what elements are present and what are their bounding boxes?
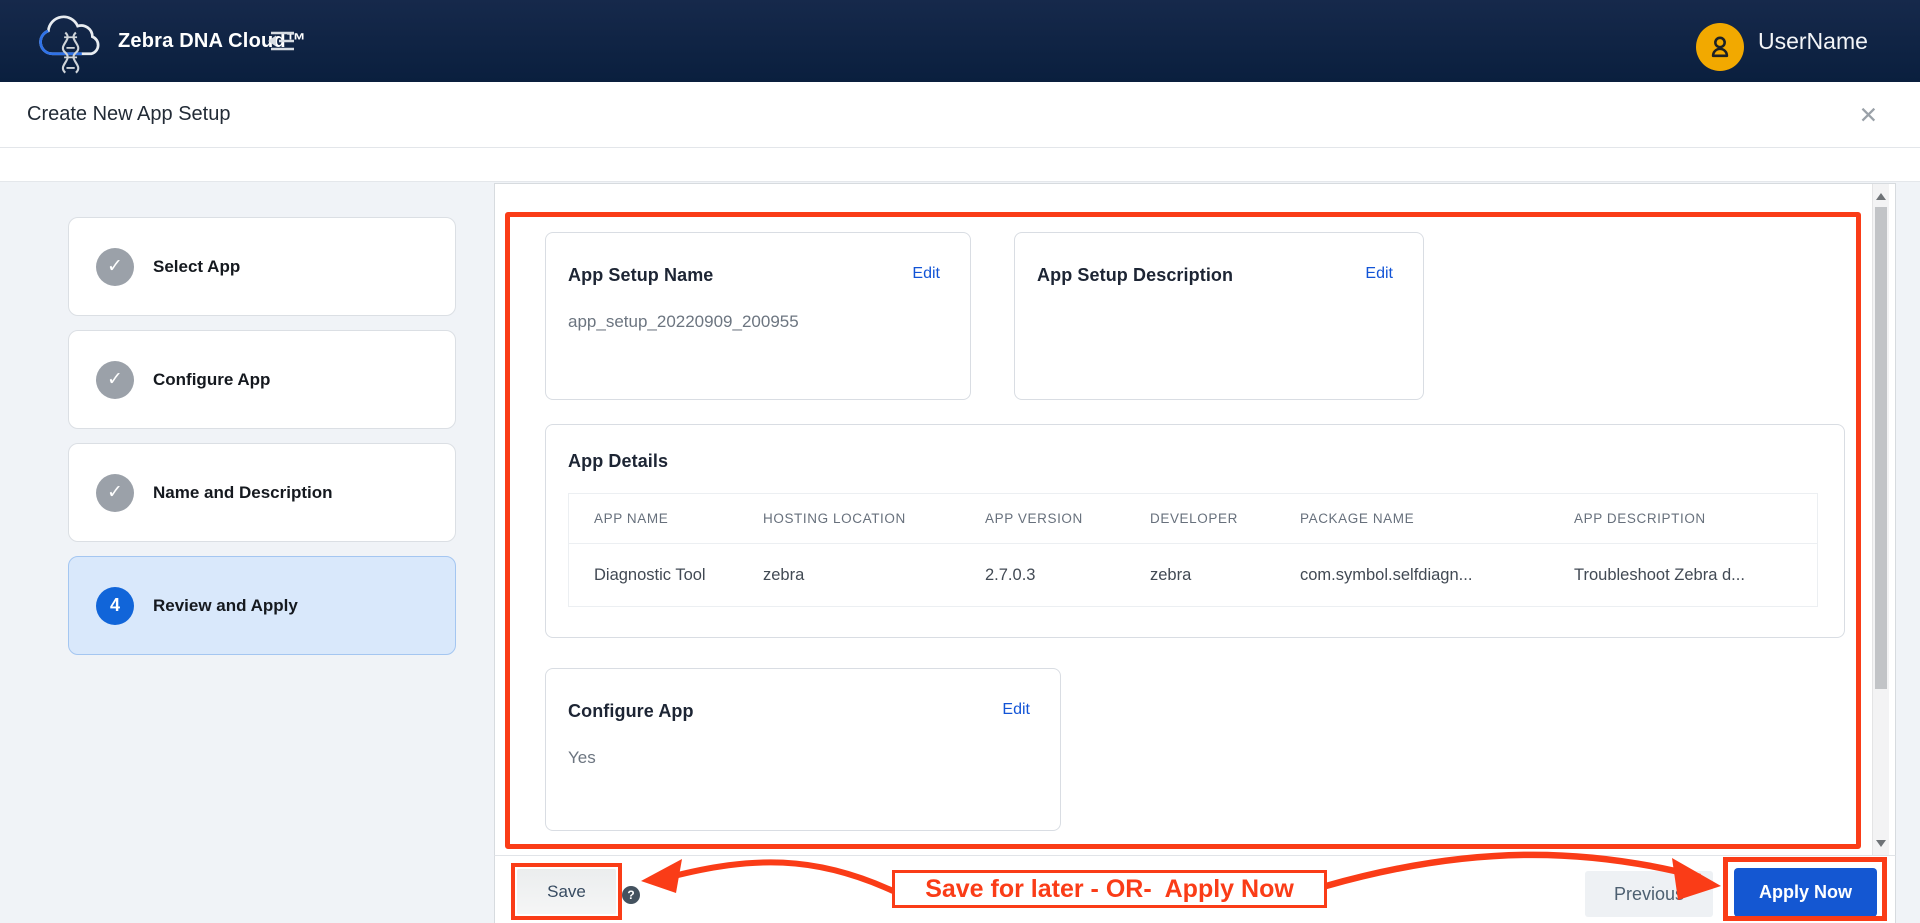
scroll-up-arrow[interactable] [1873, 188, 1889, 204]
step-number-circle: 4 [96, 586, 134, 625]
cell-app-name: Diagnostic Tool [594, 565, 706, 584]
card-title: App Setup Description [1037, 265, 1234, 285]
step-done-circle: ✓ [96, 473, 134, 512]
app-setup-description-card: App Setup Description Edit [1014, 232, 1424, 400]
step-done-circle: ✓ [96, 360, 134, 399]
scrollbar[interactable] [1872, 184, 1889, 855]
column-header: HOSTING LOCATION [763, 511, 906, 526]
edit-configure-link[interactable]: Edit [1002, 701, 1030, 719]
save-button[interactable]: Save [517, 869, 616, 914]
topbar: Zebra DNA Cloud™ UserName [0, 0, 1920, 82]
check-icon: ✓ [107, 482, 123, 503]
step-name-description[interactable]: ✓ Name and Description [68, 443, 456, 542]
cell-developer: zebra [1150, 565, 1192, 584]
column-header: APP NAME [594, 511, 669, 526]
cell-hosting-location: zebra [763, 565, 805, 584]
app-setup-description-value [1015, 286, 1423, 312]
scrollbar-thumb[interactable] [1875, 207, 1887, 689]
app-details-table: APP NAME HOSTING LOCATION APP VERSION DE… [568, 493, 1818, 607]
step-label: Review and Apply [153, 595, 298, 615]
edit-name-link[interactable]: Edit [912, 265, 940, 283]
cell-app-description: Troubleshoot Zebra d... [1574, 565, 1745, 584]
close-icon[interactable]: ✕ [1859, 82, 1878, 148]
card-title: App Details [568, 451, 669, 471]
edit-description-link[interactable]: Edit [1365, 265, 1393, 283]
app-details-card: App Details APP NAME HOSTING LOCATION AP… [545, 424, 1845, 638]
person-icon [1711, 36, 1729, 58]
column-header: DEVELOPER [1150, 511, 1238, 526]
username-label[interactable]: UserName [1758, 0, 1868, 82]
scroll-down-arrow[interactable] [1873, 835, 1889, 851]
menu-collapse-icon[interactable] [266, 28, 296, 54]
step-review-apply[interactable]: 4 Review and Apply [68, 556, 456, 655]
check-icon: ✓ [107, 256, 123, 277]
zebra-cloud-dna-logo-icon [39, 15, 100, 74]
apply-now-button[interactable]: Apply Now [1734, 868, 1877, 917]
column-header: APP VERSION [985, 511, 1083, 526]
user-avatar[interactable] [1696, 23, 1744, 71]
step-label: Select App [153, 256, 241, 276]
table-header-row: APP NAME HOSTING LOCATION APP VERSION DE… [569, 494, 1817, 544]
configure-app-card: Configure App Edit Yes [545, 668, 1061, 831]
step-label: Configure App [153, 369, 271, 389]
cell-app-version: 2.7.0.3 [985, 565, 1036, 584]
cell-package-name: com.symbol.selfdiagn... [1300, 565, 1473, 584]
column-header: PACKAGE NAME [1300, 511, 1415, 526]
column-header: APP DESCRIPTION [1574, 511, 1706, 526]
card-title: App Setup Name [568, 265, 714, 285]
card-title: Configure App [568, 701, 694, 721]
page-title: Create New App Setup [27, 103, 231, 125]
configure-app-value: Yes [568, 748, 596, 767]
table-row: Diagnostic Tool zebra 2.7.0.3 zebra com.… [569, 544, 1817, 606]
step-number: 4 [109, 595, 120, 615]
app-setup-name-card: App Setup Name Edit app_setup_20220909_2… [545, 232, 971, 400]
step-done-circle: ✓ [96, 247, 134, 286]
dialog-header: Create New App Setup ✕ [0, 82, 1920, 148]
previous-button[interactable]: Previous [1585, 871, 1713, 917]
check-icon: ✓ [107, 369, 123, 390]
zebra-dna-cloud-app: Zebra DNA Cloud™ UserName Create New App… [0, 0, 1920, 923]
step-label: Name and Description [153, 482, 333, 502]
app-setup-name-value: app_setup_20220909_200955 [568, 312, 799, 331]
step-configure-app[interactable]: ✓ Configure App [68, 330, 456, 429]
help-icon[interactable]: ? [622, 886, 640, 904]
step-select-app[interactable]: ✓ Select App [68, 217, 456, 316]
